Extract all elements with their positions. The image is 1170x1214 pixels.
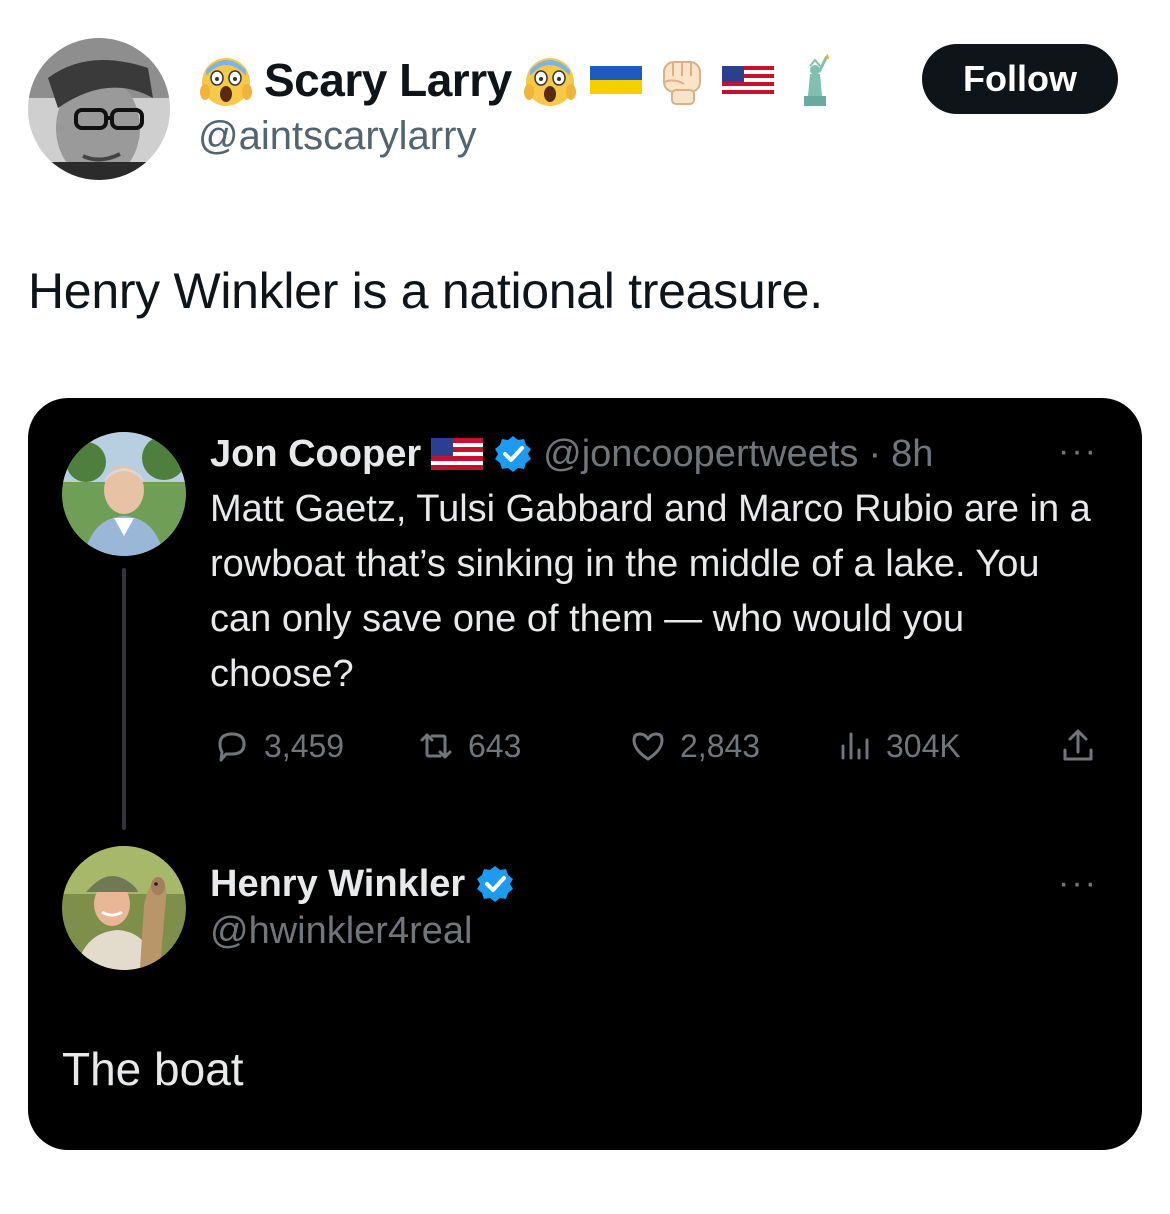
bar-chart-icon xyxy=(834,726,874,766)
post-time[interactable]: 8h xyxy=(891,433,933,476)
repost-button[interactable]: 643 xyxy=(416,720,521,772)
jon-cooper-post-text: Matt Gaetz, Tulsi Gabbard and Marco Rubi… xyxy=(210,488,1091,695)
author-avatar[interactable] xyxy=(28,38,170,180)
screaming-face-icon xyxy=(522,52,578,108)
share-button[interactable] xyxy=(1058,720,1098,772)
tweet-text: Henry Winkler is a national treasure. xyxy=(28,263,823,319)
henry-winkler-avatar[interactable] xyxy=(62,846,186,970)
reply-icon xyxy=(212,726,252,766)
us-flag-icon xyxy=(431,436,484,472)
jon-cooper-handle[interactable]: @joncoopertweets xyxy=(543,433,858,476)
share-icon xyxy=(1058,726,1098,766)
henry-winkler-name[interactable]: Henry Winkler xyxy=(210,863,465,906)
author-handle[interactable]: @aintscarylarry xyxy=(198,114,476,159)
raised-fist-icon xyxy=(654,52,710,108)
like-count: 2,843 xyxy=(680,727,761,764)
quoted-screenshot-card[interactable]: Jon Cooper @joncoopertweets · 8h ··· Mat… xyxy=(28,398,1142,1150)
reply-count: 3,459 xyxy=(264,727,345,764)
ukraine-flag-icon xyxy=(588,52,644,108)
author-display-name[interactable]: Scary Larry xyxy=(264,53,512,107)
views-button[interactable]: 304K xyxy=(834,720,961,772)
jon-cooper-avatar[interactable] xyxy=(62,432,186,556)
verified-badge-icon xyxy=(493,434,533,474)
heart-icon xyxy=(628,726,668,766)
more-options-icon[interactable]: ··· xyxy=(1058,864,1098,903)
time-separator: · xyxy=(868,432,882,475)
like-button[interactable]: 2,843 xyxy=(628,720,760,772)
repost-icon xyxy=(416,726,456,766)
repost-count: 643 xyxy=(468,727,522,764)
author-name-row: Scary Larry xyxy=(198,48,842,112)
us-flag-icon xyxy=(720,52,776,108)
follow-button[interactable]: Follow xyxy=(922,44,1118,114)
more-options-icon[interactable]: ··· xyxy=(1058,432,1098,471)
statue-of-liberty-icon xyxy=(786,52,842,108)
screaming-face-icon xyxy=(198,52,254,108)
jon-cooper-name[interactable]: Jon Cooper xyxy=(210,433,421,476)
view-count: 304K xyxy=(886,727,961,764)
henry-winkler-header: Henry Winkler xyxy=(210,856,515,912)
verified-badge-icon xyxy=(475,864,515,904)
henry-winkler-handle[interactable]: @hwinkler4real xyxy=(210,910,472,953)
jon-cooper-header: Jon Cooper @joncoopertweets · 8h xyxy=(210,426,933,482)
henry-winkler-reply-text: The boat xyxy=(62,1043,244,1095)
engagement-bar: 3,459 643 2,843 304K xyxy=(210,720,1110,772)
thread-connector-line xyxy=(122,568,126,830)
reply-button[interactable]: 3,459 xyxy=(212,720,344,772)
